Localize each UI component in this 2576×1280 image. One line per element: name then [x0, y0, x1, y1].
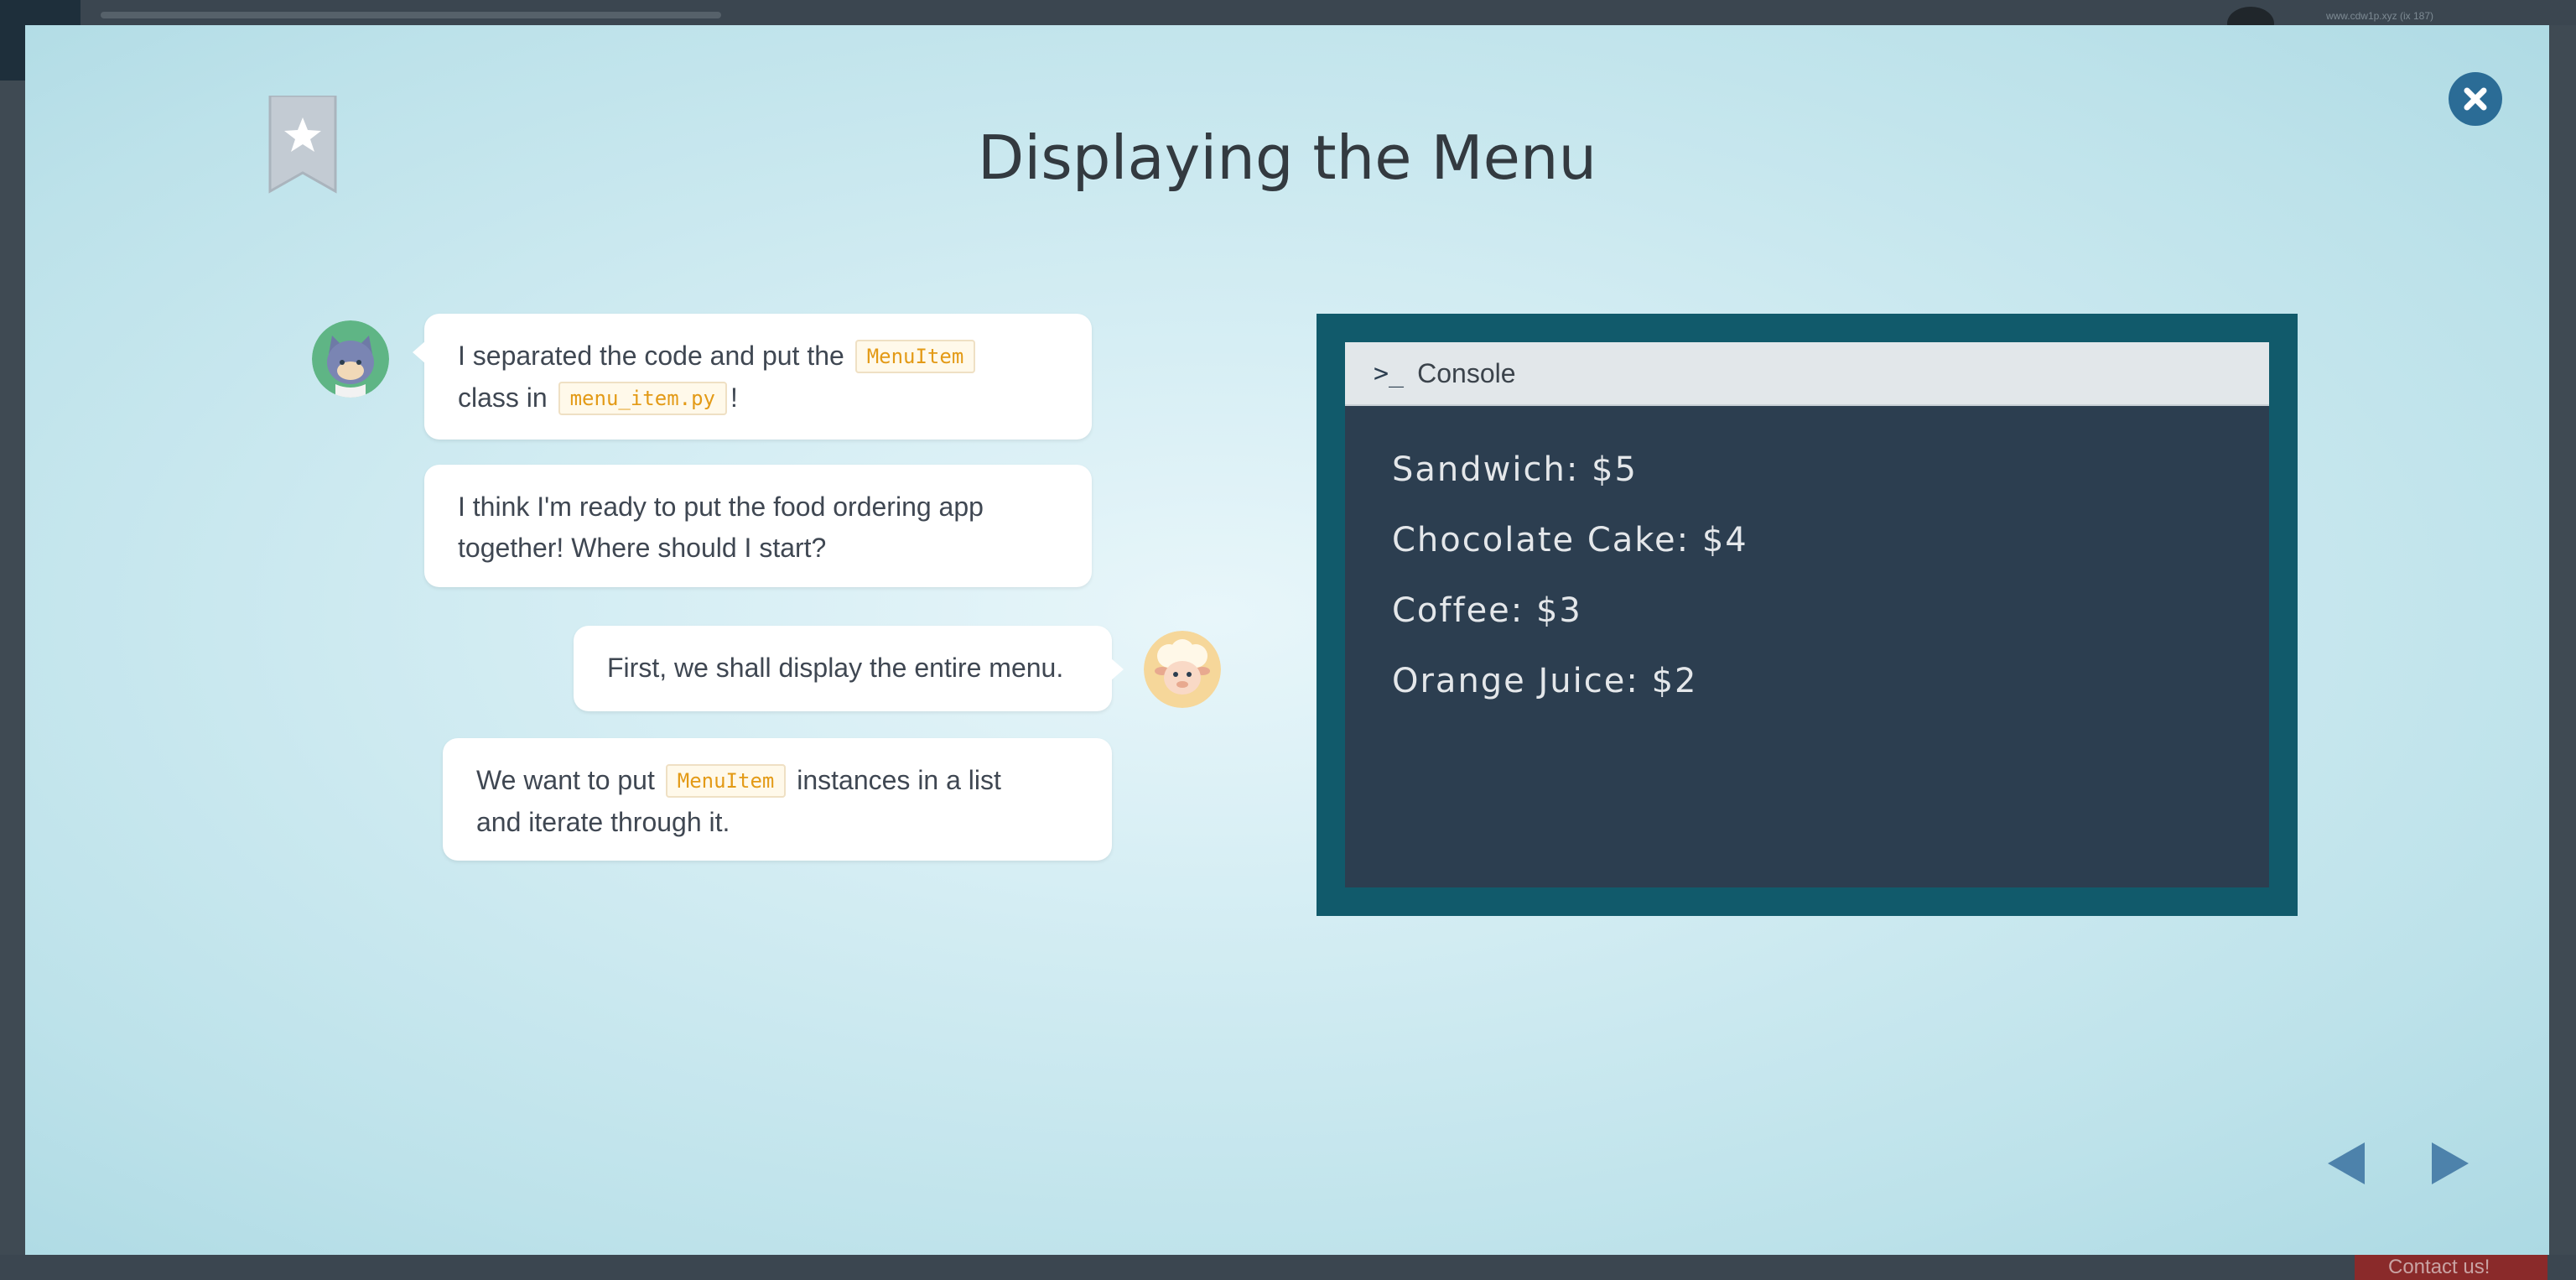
- chat-message-1: I separated the code and put the MenuIte…: [413, 314, 1092, 440]
- message-text: We want to put: [476, 765, 662, 795]
- page-title: Displaying the Menu: [977, 122, 1597, 193]
- message-text: !: [730, 382, 738, 413]
- console-output: Sandwich: $5 Chocolate Cake: $4 Coffee: …: [1392, 434, 1748, 716]
- console-window: >_ Console Sandwich: $5 Chocolate Cake: …: [1345, 342, 2269, 887]
- code-menuitem: MenuItem: [854, 340, 976, 373]
- lesson-modal: Displaying the Menu I separated the code: [25, 25, 2549, 1255]
- backdrop-email: www.cdw1p.xyz (ix 187): [2325, 10, 2433, 22]
- message-text: together! Where should I start?: [458, 533, 827, 563]
- console-output-line: Coffee: $3: [1392, 591, 1582, 630]
- chat-message-4: We want to put MenuItem instances in a l…: [443, 738, 1112, 861]
- close-icon: [2464, 87, 2487, 111]
- backdrop-progress-bar: [101, 12, 721, 18]
- terminal-prompt-icon: >_: [1374, 358, 1405, 388]
- chat-message-3: First, we shall display the entire menu.: [574, 626, 1124, 711]
- console-panel: >_ Console Sandwich: $5 Chocolate Cake: …: [1317, 314, 2298, 916]
- console-output-line: Orange Juice: $2: [1392, 662, 1698, 700]
- console-header: >_ Console: [1345, 342, 2269, 406]
- message-text: I separated the code and put the: [458, 341, 852, 371]
- message-text: and iterate through it.: [476, 807, 730, 837]
- contact-us-button[interactable]: Contact us!: [2355, 1255, 2547, 1280]
- code-menuitem: MenuItem: [665, 764, 787, 798]
- message-text: First, we shall display the entire menu.: [607, 653, 1064, 683]
- console-title: Console: [1417, 357, 1516, 388]
- message-text: instances in a list: [789, 765, 1001, 795]
- chat-message-2: I think I'm ready to put the food orderi…: [424, 465, 1092, 587]
- message-text: I think I'm ready to put the food orderi…: [458, 492, 984, 522]
- code-menu-item-py: menu_item.py: [558, 382, 727, 415]
- console-output-line: Chocolate Cake: $4: [1392, 521, 1748, 559]
- close-button[interactable]: [2449, 72, 2502, 126]
- teacher-avatar: [1144, 631, 1221, 708]
- cat-avatar-icon: [312, 320, 389, 398]
- sheep-avatar-icon: [1144, 631, 1221, 708]
- backdrop-bottom-bar: [0, 1255, 2576, 1280]
- student-avatar: [312, 320, 389, 398]
- console-output-line: Sandwich: $5: [1392, 450, 1638, 489]
- previous-slide-button[interactable]: [2328, 1142, 2365, 1184]
- message-text: class in: [458, 382, 555, 413]
- next-slide-button[interactable]: [2432, 1142, 2469, 1184]
